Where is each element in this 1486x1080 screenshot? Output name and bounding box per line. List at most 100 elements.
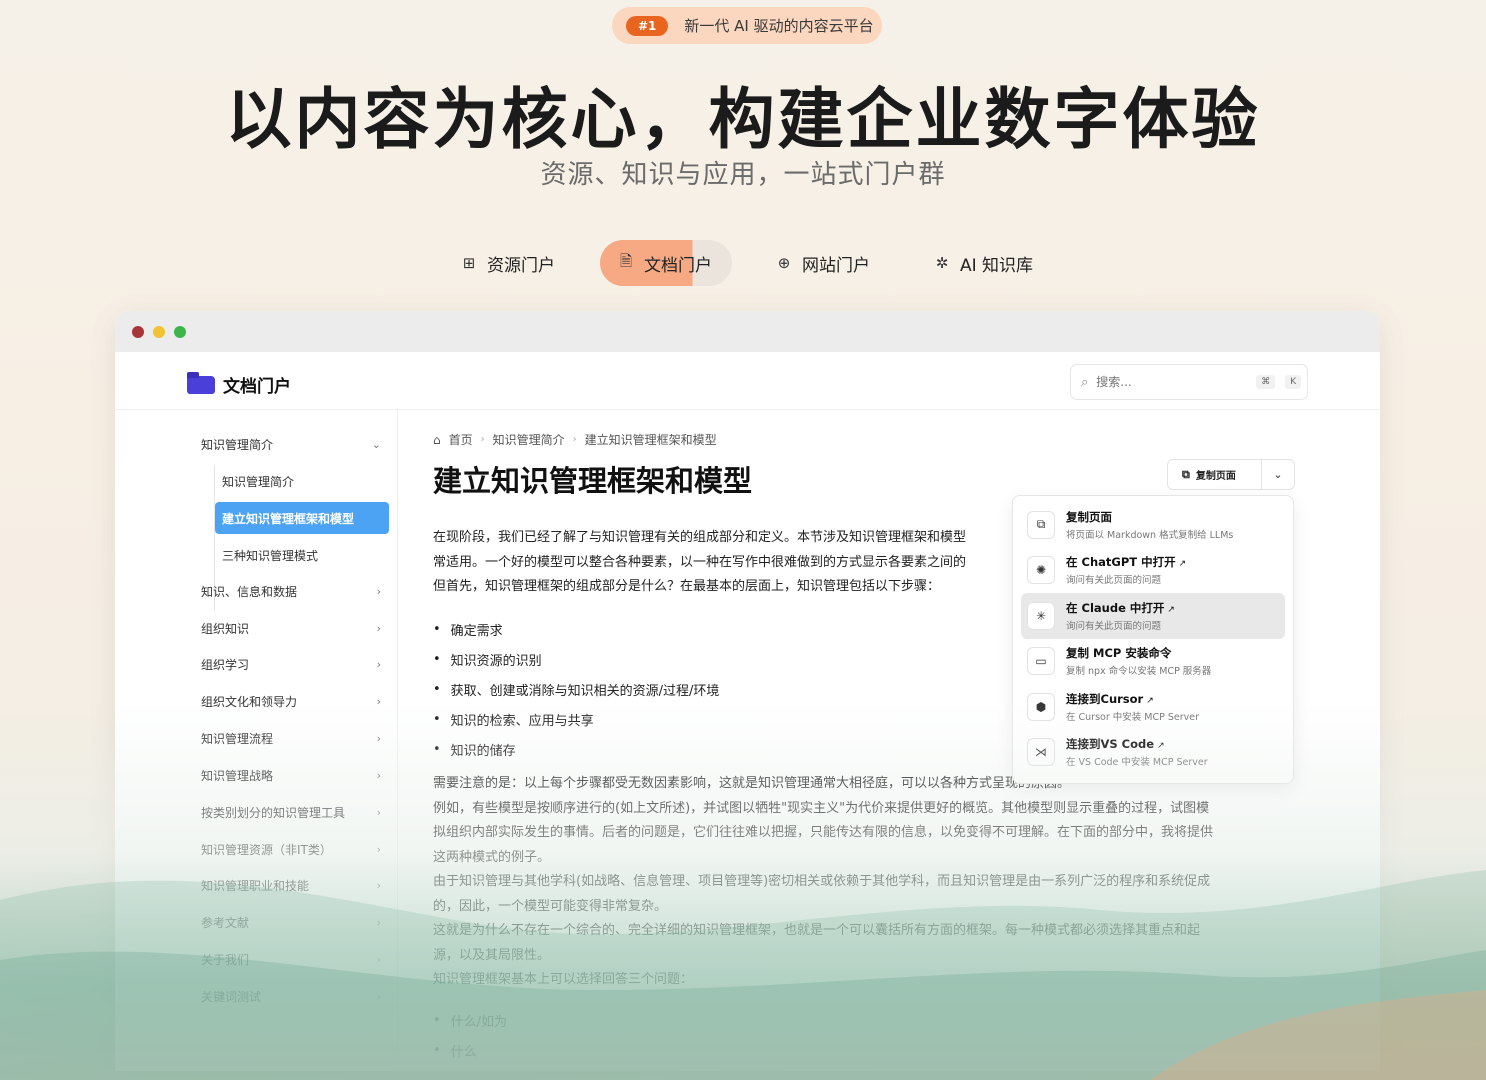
- terminal-icon: ▭: [1027, 647, 1055, 676]
- sidebar-item-label: 关键词测试: [201, 989, 262, 1004]
- sidebar-item[interactable]: 关于我们 ›: [201, 943, 381, 975]
- sidebar-item[interactable]: 知识管理资源（非IT类） ›: [201, 833, 381, 865]
- page-title: 建立知识管理框架和模型: [433, 464, 753, 498]
- sidebar-subitem[interactable]: 知识管理简介: [215, 465, 389, 497]
- chevron-right-icon: ›: [376, 621, 381, 635]
- list-item: 知识的检索、应用与共享: [433, 704, 719, 734]
- menu-item-desc: 询问有关此页面的问题: [1066, 620, 1162, 632]
- sidebar-item-label: 组织文化和领导力: [201, 694, 298, 709]
- browser-window: 文档门户 ⌕ ⌘ K 知识管理简介 ⌄ 知识管理简介 建立知识管理框架和模型 三…: [115, 311, 1380, 1071]
- search-box[interactable]: ⌕ ⌘ K: [1070, 364, 1308, 400]
- sidebar-item[interactable]: 组织学习 ›: [201, 648, 381, 680]
- breadcrumb-home[interactable]: 首页: [449, 431, 473, 448]
- external-link-icon: ↗: [1146, 695, 1154, 706]
- chevron-right-icon: ›: [376, 731, 381, 745]
- list-item: 知识的储存: [433, 734, 719, 764]
- menu-item-desc: 在 Cursor 中安装 MCP Server: [1066, 711, 1200, 723]
- sidebar-subitem-active[interactable]: 建立知识管理框架和模型: [215, 502, 389, 534]
- chevron-right-icon: ›: [572, 434, 577, 445]
- sidebar-item[interactable]: 按类别划分的知识管理工具 ›: [201, 796, 381, 828]
- sidebar-item-label: 知识管理流程: [201, 731, 274, 746]
- sidebar-item[interactable]: 知识管理职业和技能 ›: [201, 869, 381, 901]
- sidebar-item[interactable]: 知识管理战略 ›: [201, 759, 381, 791]
- app-logo[interactable]: 文档门户: [187, 371, 291, 397]
- hero-title: 以内容为核心，构建企业数字体验: [225, 81, 1261, 158]
- sidebar-subitem[interactable]: 三种知识管理模式: [215, 539, 389, 571]
- chevron-down-icon: ⌄: [371, 437, 381, 451]
- chevron-right-icon: ›: [376, 768, 381, 782]
- menu-item-connect-cursor[interactable]: ⬢ 连接到Cursor ↗ 在 Cursor 中安装 MCP Server: [1021, 684, 1285, 730]
- text-line: 知识管理框架基本上可以选择回答三个问题：: [433, 972, 694, 987]
- sidebar-item[interactable]: 关键词测试 ›: [201, 980, 381, 1012]
- close-dot[interactable]: [132, 325, 144, 338]
- tab-doc-portal[interactable]: 🗎 文档门户: [600, 240, 732, 286]
- search-icon: ⌕: [1081, 374, 1089, 390]
- body-paragraph: 需要注意的是：以上每个步骤都受无数因素影响，这就是知识管理通常大相径庭，可以以各…: [433, 772, 1293, 993]
- tab-label: 网站门户: [802, 255, 870, 276]
- chevron-right-icon: ›: [376, 842, 381, 856]
- copy-icon: ⧉: [1027, 510, 1055, 539]
- sidebar-item[interactable]: 组织知识 ›: [201, 612, 381, 644]
- sidebar-item-label: 知识管理战略: [201, 768, 274, 783]
- menu-item-open-chatgpt[interactable]: ✺ 在 ChatGPT 中打开 ↗ 询问有关此页面的问题: [1021, 548, 1285, 594]
- list-item: 什么: [433, 1035, 507, 1065]
- window-titlebar: [115, 311, 1380, 352]
- menu-item-open-claude[interactable]: ✳ 在 Claude 中打开 ↗ 询问有关此页面的问题: [1021, 593, 1285, 639]
- text-line: 由于知识管理与其他学科(如战略、信息管理、项目管理等)密切相关或依赖于其他学科，…: [433, 874, 1211, 889]
- shortcut-key: K: [1285, 375, 1302, 389]
- home-icon[interactable]: ⌂: [433, 433, 441, 447]
- text-line: 源，以及其局限性。: [433, 947, 551, 963]
- chevron-right-icon: ›: [376, 657, 381, 671]
- menu-item-desc: 复制 npx 命令以安装 MCP 服务器: [1066, 666, 1212, 678]
- maximize-dot[interactable]: [174, 325, 186, 338]
- copy-page-button-group: ⧉ 复制页面 ⌄: [1167, 459, 1295, 490]
- copy-page-button[interactable]: ⧉ 复制页面: [1168, 460, 1262, 489]
- minimize-dot[interactable]: [153, 325, 165, 338]
- text-line: 这就是为什么不存在一个综合的、完全详细的知识管理框架，也就是一个可以囊括所有方面…: [433, 923, 1201, 938]
- globe-icon: ⊕: [777, 254, 791, 272]
- sidebar-item[interactable]: 参考文献 ›: [201, 906, 381, 938]
- sidebar-item[interactable]: 知识管理流程 ›: [201, 722, 381, 754]
- menu-item-title: 在 ChatGPT 中打开 ↗: [1066, 555, 1187, 570]
- sidebar-item-label: 参考文献: [201, 915, 250, 930]
- copy-options-dropdown[interactable]: ⌄: [1262, 468, 1294, 481]
- document-icon: 🗎: [619, 251, 633, 270]
- folder-icon: [187, 371, 215, 394]
- cursor-icon: ⬢: [1027, 692, 1055, 721]
- menu-item-copy-page[interactable]: ⧉ 复制页面 将页面以 Markdown 格式复制给 LLMs: [1021, 502, 1285, 548]
- shortcut-mod: ⌘: [1256, 375, 1276, 389]
- tab-label: AI 知识库: [960, 255, 1034, 276]
- menu-item-title: 连接到VS Code ↗: [1066, 737, 1165, 752]
- chevron-right-icon: ›: [376, 878, 381, 892]
- sidebar: 知识管理简介 ⌄ 知识管理简介 建立知识管理框架和模型 三种知识管理模式 知识、…: [115, 410, 398, 1071]
- menu-item-desc: 询问有关此页面的问题: [1066, 575, 1162, 587]
- tab-resource-portal[interactable]: ⊞ 资源门户: [443, 240, 573, 286]
- copy-options-menu: ⧉ 复制页面 将页面以 Markdown 格式复制给 LLMs ✺ 在 ChatG…: [1012, 495, 1294, 784]
- external-link-icon: ↗: [1157, 741, 1165, 752]
- chevron-down-icon: ⌄: [1273, 468, 1283, 481]
- sidebar-item-label: 知识管理简介: [201, 437, 274, 452]
- logo-text: 文档门户: [223, 377, 291, 397]
- sidebar-item-label: 组织知识: [201, 621, 250, 636]
- copy-icon: ⧉: [1182, 467, 1190, 481]
- tab-label: 资源门户: [487, 255, 555, 276]
- chevron-right-icon: ›: [376, 805, 381, 819]
- hero-badge: #1 新一代 AI 驱动的内容云平台: [612, 7, 882, 44]
- menu-item-connect-vscode[interactable]: ⋊ 连接到VS Code ↗ 在 VS Code 中安装 MCP Server: [1021, 730, 1285, 776]
- menu-item-title: 复制页面: [1066, 509, 1112, 524]
- sidebar-item[interactable]: 组织文化和领导力 ›: [201, 685, 381, 717]
- sidebar-item[interactable]: 知识、信息和数据 ›: [201, 575, 381, 607]
- text-line: 拟组织内部实际发生的事情。后者的问题是，它们往往难以把握，只能传达有限的信息，以…: [433, 825, 1214, 840]
- sidebar-section-intro[interactable]: 知识管理简介 ⌄: [201, 428, 381, 460]
- menu-item-title: 连接到Cursor ↗: [1066, 691, 1154, 706]
- tab-ai-knowledge[interactable]: ✲ AI 知识库: [916, 240, 1051, 286]
- search-input[interactable]: [1096, 375, 1247, 389]
- list-item: 获取、创建或消除与知识相关的资源/过程/环境: [433, 674, 720, 704]
- breadcrumb-section[interactable]: 知识管理简介: [493, 431, 565, 448]
- tab-website-portal[interactable]: ⊕ 网站门户: [758, 240, 888, 286]
- sidebar-item-label: 组织学习: [201, 657, 250, 672]
- menu-item-copy-mcp[interactable]: ▭ 复制 MCP 安装命令 复制 npx 命令以安装 MCP 服务器: [1021, 639, 1285, 685]
- chatgpt-icon: ✺: [1027, 556, 1055, 585]
- app-header: 文档门户 ⌕ ⌘ K: [115, 352, 1380, 410]
- chevron-right-icon: ›: [376, 952, 381, 966]
